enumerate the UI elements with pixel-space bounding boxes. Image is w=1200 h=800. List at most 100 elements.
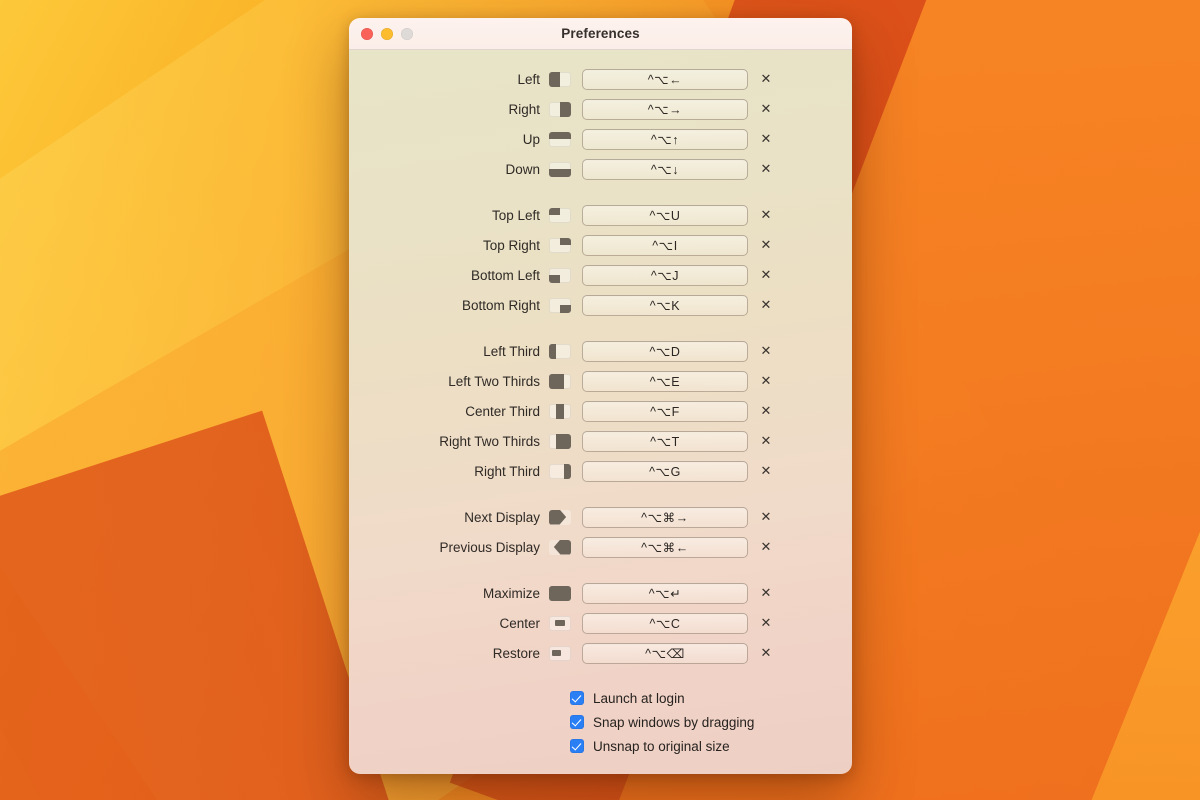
shortcut-field[interactable]: ^⌥K [582, 294, 748, 316]
layout-glyph-fill [549, 169, 571, 177]
shortcut-row-label: Restore [492, 645, 540, 661]
window-bottom-left-quadrant-icon [549, 267, 571, 283]
clear-shortcut-button[interactable]: ✕ [756, 401, 776, 421]
layout-glyph-fill [556, 433, 571, 449]
clear-shortcut-button[interactable]: ✕ [756, 613, 776, 633]
layout-glyph [549, 539, 571, 555]
shortcut-row: Top Right ^⌥I ✕ [349, 230, 852, 260]
wallpaper-streak [1033, 367, 1200, 800]
clear-shortcut-button[interactable]: ✕ [756, 265, 776, 285]
clear-shortcut-button[interactable]: ✕ [756, 129, 776, 149]
layout-glyph [549, 615, 571, 631]
shortcut-row-label: Maximize [482, 585, 540, 601]
checkbox-row[interactable]: Launch at login [570, 686, 852, 710]
checkbox-checked-icon[interactable] [570, 739, 584, 753]
group-separator [349, 320, 852, 336]
layout-glyph [549, 131, 571, 147]
shortcut-field[interactable]: ^⌥F [582, 400, 748, 422]
traffic-lights [361, 18, 413, 50]
clear-shortcut-button[interactable]: ✕ [756, 507, 776, 527]
previous-display-icon [549, 539, 571, 555]
shortcut-field[interactable]: ^⌥⌫ [582, 642, 748, 664]
checkbox-row[interactable]: Unsnap to original size [570, 734, 852, 758]
clear-shortcut-button[interactable]: ✕ [756, 235, 776, 255]
layout-glyph-fill [549, 343, 557, 359]
shortcut-row-label: Center Third [465, 403, 540, 419]
window-right-two-thirds-icon [549, 433, 571, 449]
shortcut-row-label: Down [505, 161, 540, 177]
shortcut-row: Up ^⌥↑ ✕ [349, 124, 852, 154]
checkbox-label: Unsnap to original size [593, 738, 730, 754]
shortcut-row: Bottom Right ^⌥K ✕ [349, 290, 852, 320]
shortcut-row-label: Previous Display [439, 539, 540, 555]
clear-shortcut-button[interactable]: ✕ [756, 537, 776, 557]
shortcut-row: Center ^⌥C ✕ [349, 608, 852, 638]
clear-shortcut-button[interactable]: ✕ [756, 341, 776, 361]
shortcut-row-label: Right Third [474, 463, 540, 479]
layout-glyph [549, 267, 571, 283]
shortcut-row: Right ^⌥→ ✕ [349, 94, 852, 124]
window-left-half-icon [549, 71, 571, 87]
layout-glyph [549, 585, 571, 601]
layout-glyph [549, 373, 571, 389]
shortcut-field[interactable]: ^⌥J [582, 264, 748, 286]
layout-glyph-fill [553, 539, 571, 555]
window-top-half-icon [549, 131, 571, 147]
shortcut-row-label: Next Display [464, 509, 540, 525]
shortcut-field[interactable]: ^⌥T [582, 430, 748, 452]
clear-shortcut-button[interactable]: ✕ [756, 99, 776, 119]
checkbox-checked-icon[interactable] [570, 715, 584, 729]
clear-shortcut-button[interactable]: ✕ [756, 431, 776, 451]
shortcut-field[interactable]: ^⌥↓ [582, 158, 748, 180]
checkbox-row[interactable]: Snap windows by dragging [570, 710, 852, 734]
shortcut-field[interactable]: ^⌥D [582, 340, 748, 362]
shortcut-field[interactable]: ^⌥C [582, 612, 748, 634]
shortcut-row-label: Right Two Thirds [439, 433, 540, 449]
layout-glyph-fill [556, 403, 564, 419]
window-center-third-icon [549, 403, 571, 419]
shortcut-field[interactable]: ^⌥E [582, 370, 748, 392]
shortcut-field[interactable]: ^⌥I [582, 234, 748, 256]
shortcut-field[interactable]: ^⌥↵ [582, 582, 748, 604]
shortcut-row: Left Two Thirds ^⌥E ✕ [349, 366, 852, 396]
checkbox-checked-icon[interactable] [570, 691, 584, 705]
shortcut-row: Restore ^⌥⌫ ✕ [349, 638, 852, 668]
shortcut-field[interactable]: ^⌥← [582, 68, 748, 90]
layout-glyph-fill [549, 509, 567, 525]
clear-shortcut-button[interactable]: ✕ [756, 295, 776, 315]
zoom-button-icon[interactable] [401, 28, 413, 40]
minimize-button-icon[interactable] [381, 28, 393, 40]
clear-shortcut-button[interactable]: ✕ [756, 583, 776, 603]
layout-glyph-fill [563, 463, 571, 479]
shortcut-row-label: Center [499, 615, 540, 631]
shortcut-row-label: Left Third [483, 343, 540, 359]
checkbox-label: Launch at login [593, 690, 685, 706]
layout-glyph-fill [560, 305, 571, 313]
close-button-icon[interactable] [361, 28, 373, 40]
clear-shortcut-button[interactable]: ✕ [756, 69, 776, 89]
clear-shortcut-button[interactable]: ✕ [756, 643, 776, 663]
shortcut-field[interactable]: ^⌥U [582, 204, 748, 226]
layout-glyph [549, 237, 571, 253]
layout-glyph [549, 207, 571, 223]
shortcut-row-label: Up [522, 131, 540, 147]
clear-shortcut-button[interactable]: ✕ [756, 159, 776, 179]
shortcut-field[interactable]: ^⌥→ [582, 98, 748, 120]
shortcut-field[interactable]: ^⌥↑ [582, 128, 748, 150]
window-bottom-right-quadrant-icon [549, 297, 571, 313]
window-top-right-quadrant-icon [549, 237, 571, 253]
clear-shortcut-button[interactable]: ✕ [756, 205, 776, 225]
shortcut-field[interactable]: ^⌥⌘← [582, 536, 748, 558]
preferences-window: Preferences Left ^⌥← ✕ Right ^⌥→ ✕ Up ^⌥↑ ✕ Down ^… [349, 18, 852, 774]
shortcut-row-label: Right [508, 101, 540, 117]
window-titlebar[interactable]: Preferences [349, 18, 852, 50]
layout-glyph-fill [549, 373, 564, 389]
shortcut-row: Bottom Left ^⌥J ✕ [349, 260, 852, 290]
window-right-third-icon [549, 463, 571, 479]
clear-shortcut-button[interactable]: ✕ [756, 371, 776, 391]
window-maximize-icon [549, 585, 571, 601]
shortcut-field[interactable]: ^⌥G [582, 460, 748, 482]
clear-shortcut-button[interactable]: ✕ [756, 461, 776, 481]
shortcut-field[interactable]: ^⌥⌘→ [582, 506, 748, 528]
layout-glyph-fill [555, 619, 565, 627]
